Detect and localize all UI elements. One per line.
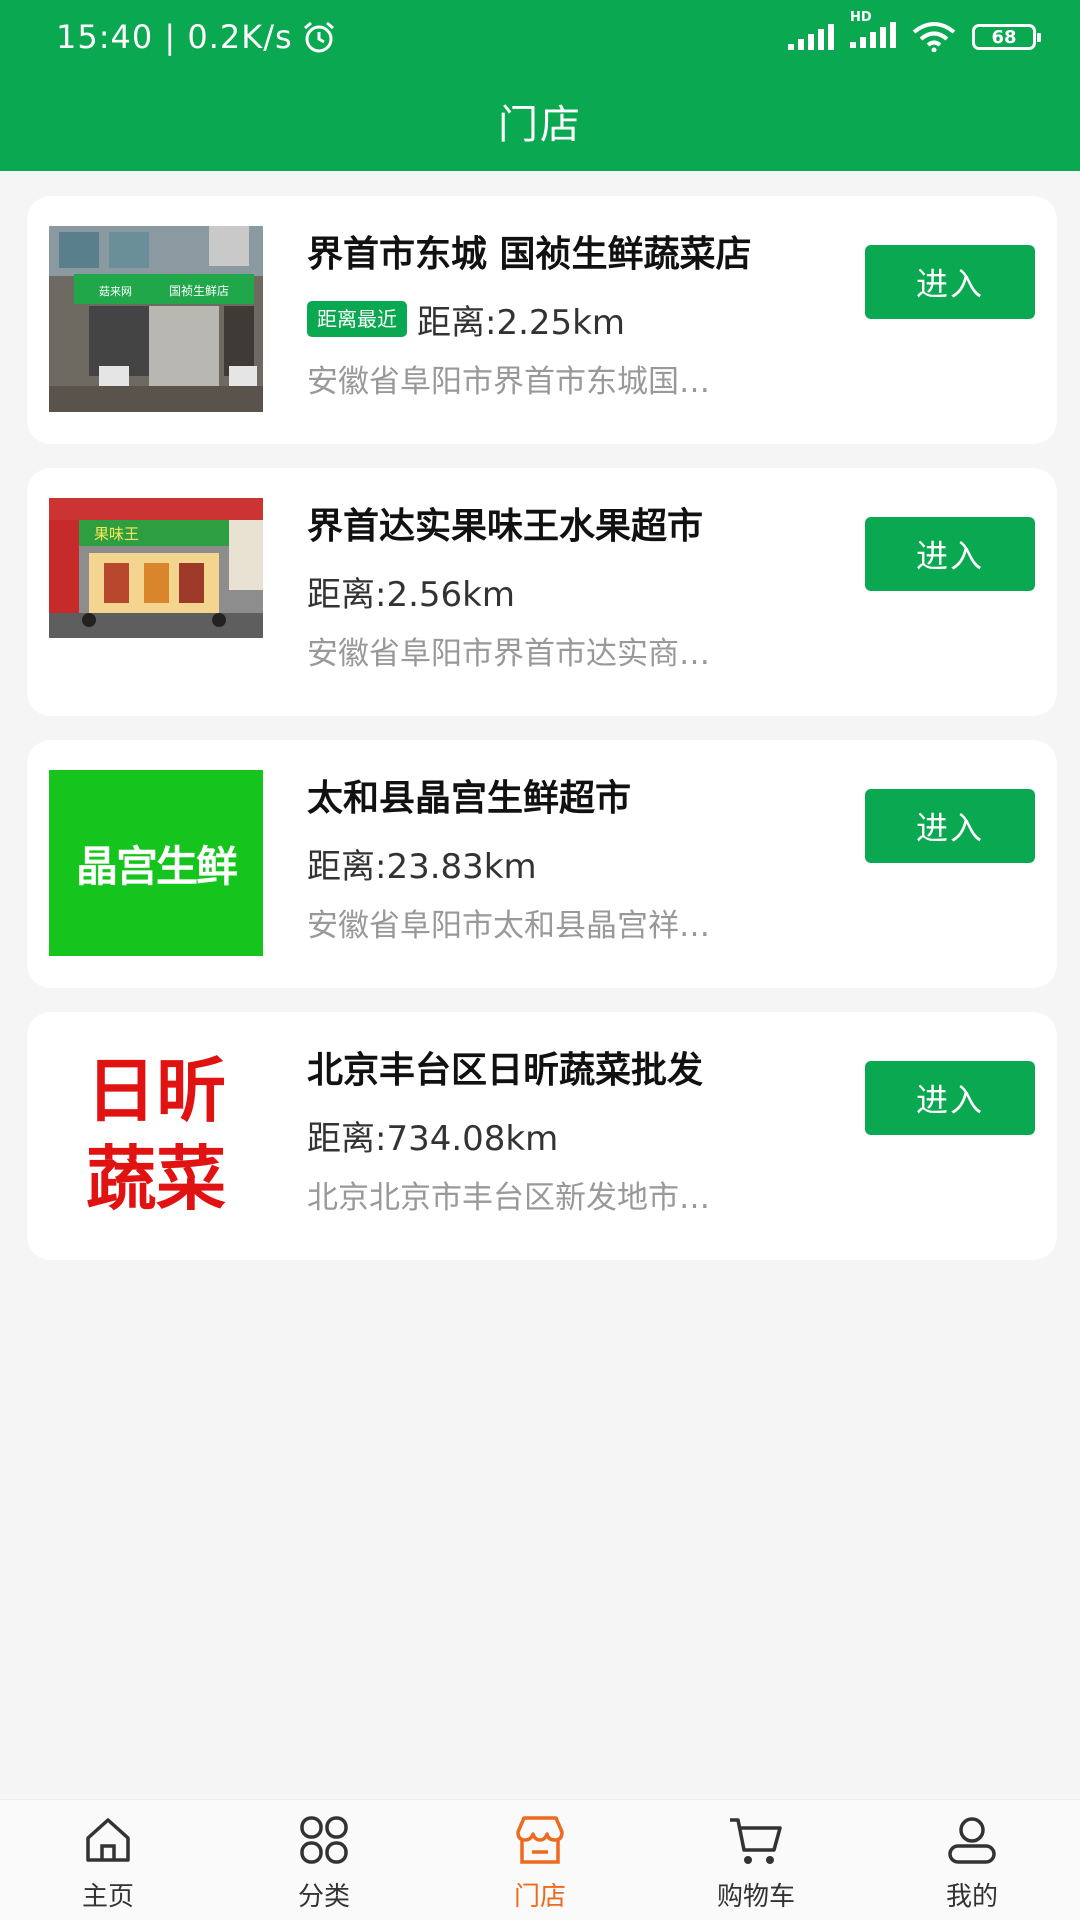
store-logo-text-2: 蔬菜 xyxy=(86,1138,226,1220)
store-image: 晶宫生鲜 xyxy=(49,770,263,956)
enter-button[interactable]: 进入 xyxy=(865,1061,1035,1135)
app-header: 15:40 | 0.2K/s HD 68 门店 xyxy=(0,0,1080,171)
store-sign-text-1: 果味王 xyxy=(94,525,139,543)
store-address: 安徽省阜阳市界首市达实商… xyxy=(307,636,710,672)
store-list: 菇来网 国祯生鲜店 界首市东城 国祯生鲜蔬菜店 距离最近 距离:2.25km 安… xyxy=(27,196,1057,1284)
store-name: 太和县晶宫生鲜超市 xyxy=(307,778,632,819)
hd-signal: HD xyxy=(850,10,896,52)
store-image: 菇来网 国祯生鲜店 xyxy=(49,226,263,412)
store-card[interactable]: 菇来网 国祯生鲜店 界首市东城 国祯生鲜蔬菜店 距离最近 距离:2.25km 安… xyxy=(27,196,1057,444)
home-icon xyxy=(86,1818,130,1862)
enter-button[interactable]: 进入 xyxy=(865,245,1035,319)
alarm-icon xyxy=(303,21,334,53)
store-info: 太和县晶宫生鲜超市 距离:23.83km 安徽省阜阳市太和县晶宫祥… xyxy=(307,774,837,948)
store-info: 界首达实果味王水果超市 距离:2.56km 安徽省阜阳市界首市达实商… xyxy=(307,502,837,676)
store-card[interactable]: 果味王 界首达实果味王水果超市 距离:2.56km 安徽省阜阳市界首市达实商… … xyxy=(27,468,1057,716)
store-image: 果味王 xyxy=(49,498,263,638)
tab-cart[interactable]: 购物车 xyxy=(648,1800,864,1920)
store-address: 北京北京市丰台区新发地市… xyxy=(307,1180,710,1216)
tab-label: 我的 xyxy=(945,1882,998,1912)
store-name: 北京丰台区日昕蔬菜批发 xyxy=(307,1050,704,1091)
distance-row: 距离最近 距离:2.25km xyxy=(307,294,837,344)
enter-button[interactable]: 进入 xyxy=(865,517,1035,591)
cart-icon xyxy=(730,1818,782,1864)
store-info: 界首市东城 国祯生鲜蔬菜店 距离最近 距离:2.25km 安徽省阜阳市界首市东城… xyxy=(307,230,837,404)
tab-category[interactable]: 分类 xyxy=(216,1800,432,1920)
category-icon xyxy=(300,1816,348,1864)
bottom-tab-bar: 主页 分类 门店 购物车 我的 xyxy=(0,1799,1080,1920)
store-icon xyxy=(516,1816,564,1864)
store-sign-text-2: 国祯生鲜店 xyxy=(169,284,229,298)
store-distance: 距离:2.25km xyxy=(417,302,625,343)
status-right: HD 68 xyxy=(788,10,1041,52)
store-address: 安徽省阜阳市界首市东城国… xyxy=(307,364,710,400)
store-logo: 日昕 蔬菜 xyxy=(49,1042,263,1228)
store-address: 安徽省阜阳市太和县晶宫祥… xyxy=(307,908,710,944)
status-left: 15:40 | 0.2K/s xyxy=(56,18,337,56)
hd-label: HD xyxy=(850,10,872,25)
signal-hd-icon xyxy=(850,22,896,48)
tab-label: 分类 xyxy=(297,1882,350,1912)
store-card[interactable]: 日昕 蔬菜 北京丰台区日昕蔬菜批发 距离:734.08km 北京北京市丰台区新发… xyxy=(27,1012,1057,1260)
store-name: 界首达实果味王水果超市 xyxy=(307,506,704,547)
store-logo-text: 晶宫生鲜 xyxy=(75,841,238,891)
store-logo-text-1: 日昕 xyxy=(86,1050,226,1132)
tab-label: 购物车 xyxy=(716,1882,795,1912)
battery-icon: 68 xyxy=(972,24,1041,50)
store-name: 界首市东城 国祯生鲜蔬菜店 xyxy=(307,234,752,275)
store-distance: 距离:734.08km xyxy=(307,1118,559,1159)
wifi-icon xyxy=(912,22,956,52)
store-image: 日昕 蔬菜 xyxy=(49,1042,263,1228)
tab-profile[interactable]: 我的 xyxy=(864,1800,1080,1920)
status-time: 15:40 | 0.2K/s xyxy=(56,18,293,56)
distance-row: 距离:734.08km xyxy=(307,1110,837,1160)
profile-icon xyxy=(948,1817,996,1864)
enter-button[interactable]: 进入 xyxy=(865,789,1035,863)
tab-label: 门店 xyxy=(513,1882,566,1912)
store-card[interactable]: 晶宫生鲜 太和县晶宫生鲜超市 距离:23.83km 安徽省阜阳市太和县晶宫祥… … xyxy=(27,740,1057,988)
tab-home[interactable]: 主页 xyxy=(0,1800,216,1920)
tab-store[interactable]: 门店 xyxy=(432,1800,648,1920)
battery-level: 68 xyxy=(991,26,1017,48)
status-bar: 15:40 | 0.2K/s HD 68 xyxy=(0,0,1080,84)
distance-row: 距离:2.56km xyxy=(307,566,837,616)
nearest-badge: 距离最近 xyxy=(307,301,407,337)
tab-label: 主页 xyxy=(81,1882,134,1912)
store-sign-text-1: 菇来网 xyxy=(99,284,132,298)
signal-icon xyxy=(788,24,834,50)
distance-row: 距离:23.83km xyxy=(307,838,837,888)
store-info: 北京丰台区日昕蔬菜批发 距离:734.08km 北京北京市丰台区新发地市… xyxy=(307,1046,837,1220)
page-title: 门店 xyxy=(498,102,582,148)
store-distance: 距离:2.56km xyxy=(307,574,515,615)
store-distance: 距离:23.83km xyxy=(307,846,537,887)
